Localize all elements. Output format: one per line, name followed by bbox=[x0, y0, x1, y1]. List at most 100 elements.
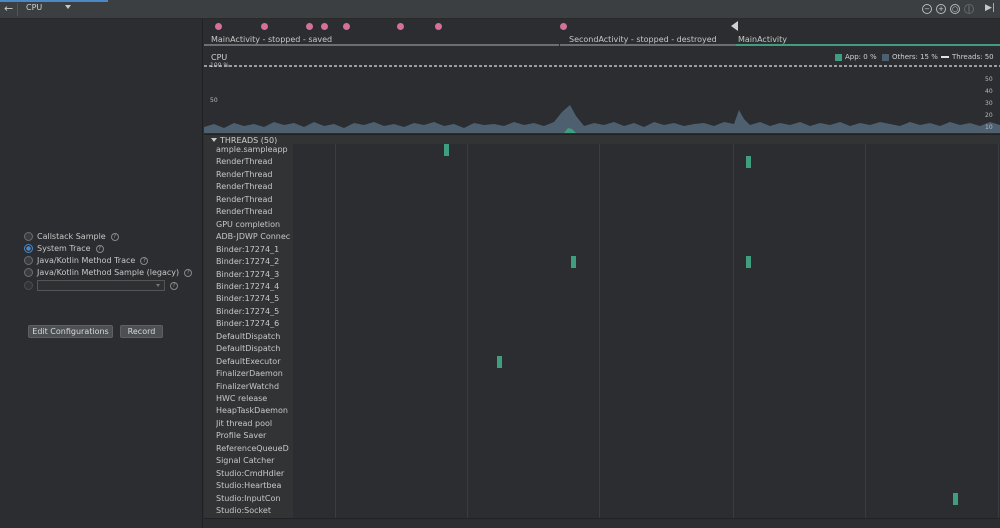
reset-zoom-icon[interactable]: ○ bbox=[950, 4, 960, 14]
thread-name-item[interactable]: FinalizerWatchd bbox=[216, 382, 293, 391]
threads-axis-label: 20 bbox=[985, 112, 993, 119]
thread-name-item[interactable]: RenderThread bbox=[216, 157, 293, 166]
thread-running-slice[interactable] bbox=[746, 256, 751, 268]
thread-state-canvas[interactable] bbox=[293, 144, 1000, 518]
axis-label-50: 50 bbox=[210, 97, 218, 104]
chevron-down-icon[interactable] bbox=[65, 5, 71, 9]
thread-running-slice[interactable] bbox=[746, 156, 751, 168]
arrow-left-icon[interactable]: ← bbox=[4, 2, 13, 15]
thread-name-item[interactable]: Studio:Socket bbox=[216, 506, 293, 515]
option-callstack-sample[interactable]: Callstack Sample ? bbox=[24, 231, 119, 242]
recording-options-panel: Callstack Sample ? System Trace ? Java/K… bbox=[0, 19, 203, 528]
thread-name-item[interactable]: Binder:17274_3 bbox=[216, 270, 293, 279]
touch-event-dot[interactable] bbox=[306, 23, 313, 30]
grid-line bbox=[733, 144, 734, 518]
pause-icon[interactable]: ‖ bbox=[964, 4, 974, 14]
touch-event-dot[interactable] bbox=[560, 23, 567, 30]
cpu-usage-chart[interactable]: CPU App: 0 % Others: 15 % Threads: 50 10… bbox=[204, 50, 1000, 133]
thread-name-item[interactable]: ADB-JDWP Connec bbox=[216, 232, 293, 241]
axis-label-100: 100 % bbox=[210, 62, 230, 69]
thread-name-item[interactable]: GPU completion bbox=[216, 220, 293, 229]
thread-name-item[interactable]: Binder:17274_5 bbox=[216, 307, 293, 316]
option-custom-config[interactable]: ? bbox=[24, 280, 178, 291]
option-system-trace[interactable]: System Trace ? bbox=[24, 243, 104, 254]
thread-name-item[interactable]: ample.sampleapp bbox=[216, 145, 293, 154]
lifecycle-event-track[interactable]: MainActivity - stopped - saved SecondAct… bbox=[204, 19, 1000, 49]
radio-method-trace[interactable] bbox=[24, 256, 33, 265]
grid-line bbox=[865, 144, 866, 518]
activity-label[interactable]: SecondActivity - stopped - destroyed bbox=[569, 35, 717, 44]
thread-name-item[interactable]: Studio:InputCon bbox=[216, 494, 293, 503]
grid-line bbox=[599, 144, 600, 518]
horizontal-scrollbar[interactable] bbox=[204, 518, 1000, 528]
radio-method-sample-legacy[interactable] bbox=[24, 268, 33, 277]
thread-name-item[interactable]: Jit thread pool bbox=[216, 419, 293, 428]
chevron-down-icon[interactable] bbox=[211, 138, 217, 142]
option-label: Java/Kotlin Method Sample (legacy) bbox=[37, 268, 180, 277]
grid-line bbox=[467, 144, 468, 518]
activity-label[interactable]: MainActivity - stopped - saved bbox=[211, 35, 332, 44]
touch-event-dot[interactable] bbox=[321, 23, 328, 30]
activity-duration-bar bbox=[736, 44, 1000, 46]
thread-name-item[interactable]: RenderThread bbox=[216, 182, 293, 191]
thread-name-list[interactable]: ample.sampleapp RenderThread RenderThread R… bbox=[204, 144, 293, 518]
help-icon[interactable]: ? bbox=[110, 232, 119, 241]
thread-name-item[interactable]: RenderThread bbox=[216, 207, 293, 216]
radio-custom-config[interactable] bbox=[24, 281, 33, 290]
edit-configurations-button[interactable]: Edit Configurations bbox=[28, 325, 113, 338]
threads-axis-label: 40 bbox=[985, 88, 993, 95]
option-method-trace[interactable]: Java/Kotlin Method Trace ? bbox=[24, 255, 149, 266]
thread-name-item[interactable]: DefaultDispatch bbox=[216, 332, 293, 341]
help-icon[interactable]: ? bbox=[140, 256, 149, 265]
thread-name-item[interactable]: HWC release bbox=[216, 394, 293, 403]
thread-name-item[interactable]: HeapTaskDaemon bbox=[216, 406, 293, 415]
thread-name-item[interactable]: Signal Catcher bbox=[216, 456, 293, 465]
thread-name-item[interactable]: RenderThread bbox=[216, 170, 293, 179]
activity-label[interactable]: MainActivity bbox=[738, 35, 787, 44]
threads-section-header[interactable]: THREADS (50) bbox=[204, 134, 1000, 145]
zoom-in-icon[interactable]: + bbox=[936, 4, 946, 14]
thread-name-item[interactable]: Binder:17274_4 bbox=[216, 282, 293, 291]
thread-name-item[interactable]: Binder:17274_1 bbox=[216, 245, 293, 254]
thread-name-item[interactable]: DefaultExecutor bbox=[216, 357, 293, 366]
thread-name-item[interactable]: FinalizerDaemon bbox=[216, 369, 293, 378]
thread-name-item[interactable]: Binder:17274_5 bbox=[216, 294, 293, 303]
option-label: Java/Kotlin Method Trace bbox=[37, 256, 136, 265]
touch-event-dot[interactable] bbox=[215, 23, 222, 30]
radio-callstack-sample[interactable] bbox=[24, 232, 33, 241]
grid-line bbox=[998, 144, 999, 518]
help-icon[interactable]: ? bbox=[184, 268, 193, 277]
threads-axis-label: 10 bbox=[985, 124, 993, 131]
chevron-down-icon bbox=[156, 284, 160, 287]
others-cpu-area bbox=[204, 105, 1000, 133]
radio-system-trace[interactable] bbox=[24, 244, 33, 253]
thread-running-slice[interactable] bbox=[444, 144, 449, 156]
help-icon[interactable]: ? bbox=[95, 244, 104, 253]
thread-name-item[interactable]: Studio:CmdHdler bbox=[216, 469, 293, 478]
touch-event-dot[interactable] bbox=[343, 23, 350, 30]
thread-running-slice[interactable] bbox=[497, 356, 502, 368]
touch-event-dot[interactable] bbox=[435, 23, 442, 30]
touch-event-dot[interactable] bbox=[261, 23, 268, 30]
touch-event-dot[interactable] bbox=[397, 23, 404, 30]
zoom-out-icon[interactable]: − bbox=[922, 4, 932, 14]
option-method-sample-legacy[interactable]: Java/Kotlin Method Sample (legacy) ? bbox=[24, 267, 193, 278]
custom-config-dropdown[interactable] bbox=[37, 280, 165, 291]
threads-axis-label: 30 bbox=[985, 100, 993, 107]
record-button[interactable]: Record bbox=[120, 325, 163, 338]
help-icon[interactable]: ? bbox=[170, 281, 178, 290]
thread-name-item[interactable]: DefaultDispatch bbox=[216, 344, 293, 353]
back-event-icon[interactable] bbox=[731, 21, 738, 31]
thread-name-item[interactable]: Binder:17274_2 bbox=[216, 257, 293, 266]
thread-running-slice[interactable] bbox=[571, 256, 576, 268]
thread-name-item[interactable]: Studio:Heartbea bbox=[216, 481, 293, 490]
profiler-toolbar: ← CPU − + ○ ‖ ▶| bbox=[0, 0, 1000, 19]
thread-name-item[interactable]: Binder:17274_6 bbox=[216, 319, 293, 328]
thread-running-slice[interactable] bbox=[953, 493, 958, 505]
activity-duration-bar bbox=[204, 44, 559, 46]
stage-dropdown[interactable]: CPU bbox=[26, 3, 42, 12]
thread-name-item[interactable]: RenderThread bbox=[216, 195, 293, 204]
thread-name-item[interactable]: Profile Saver bbox=[216, 431, 293, 440]
skip-to-end-icon[interactable]: ▶| bbox=[985, 3, 995, 13]
thread-name-item[interactable]: ReferenceQueueD bbox=[216, 444, 293, 453]
